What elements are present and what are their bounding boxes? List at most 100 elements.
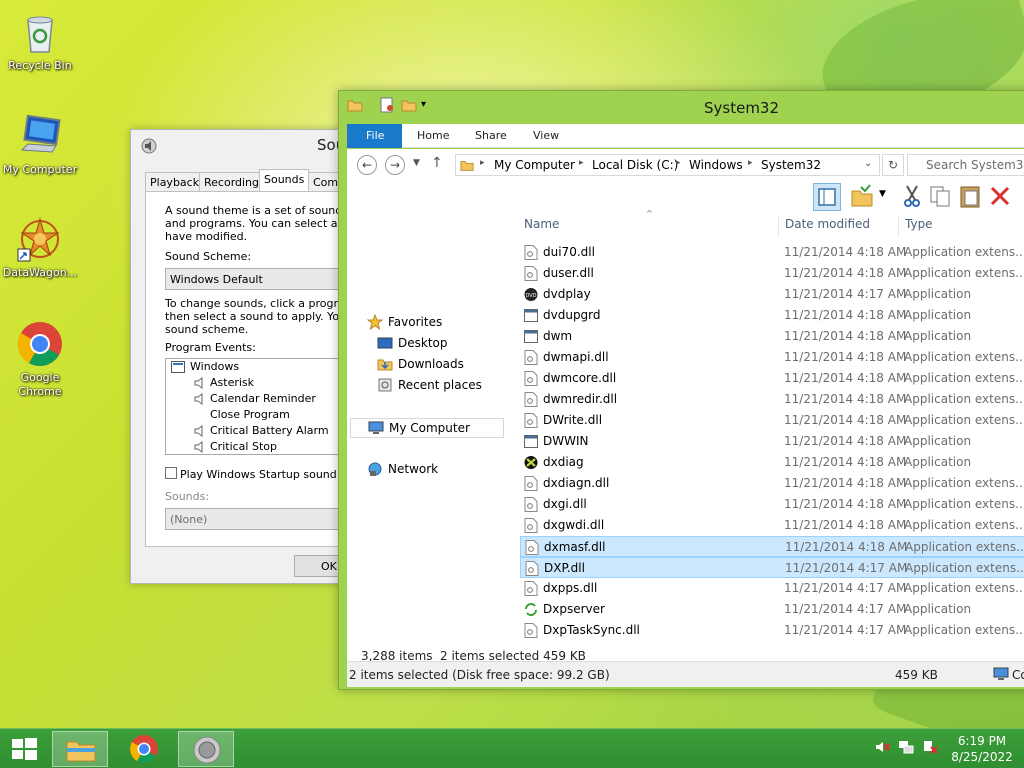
breadcrumb-local-disk[interactable]: Local Disk (C:): [592, 158, 678, 172]
tab-view[interactable]: View: [533, 129, 559, 142]
event-item-windows[interactable]: Windows: [166, 359, 354, 375]
breadcrumb-windows[interactable]: Windows: [689, 158, 743, 172]
action-center-icon[interactable]: [922, 739, 938, 757]
nav-my-computer[interactable]: My Computer: [350, 418, 504, 438]
new-folder-icon[interactable]: [401, 97, 417, 116]
file-row[interactable]: dwmcore.dll 11/21/2014 4:18 AM Application…: [520, 368, 1024, 389]
desktop-icon-datawagon[interactable]: DataWagon...: [0, 215, 80, 280]
sound-dialog-titlebar[interactable]: Sou: [131, 130, 359, 160]
file-row[interactable]: DVD dvdplay 11/21/2014 4:17 AM Application: [520, 284, 1024, 305]
intro-text-line: A sound theme is a set of sounds: [165, 204, 348, 217]
tab-home[interactable]: Home: [417, 129, 449, 142]
file-row[interactable]: dwm 11/21/2014 4:18 AM Application: [520, 326, 1024, 347]
tab-playback[interactable]: Playback: [145, 172, 205, 191]
folder-icon[interactable]: [347, 97, 363, 116]
file-row[interactable]: dxdiag 11/21/2014 4:18 AM Application: [520, 452, 1024, 473]
properties-icon[interactable]: [379, 97, 395, 116]
file-date: 11/21/2014 4:18 AM: [784, 266, 907, 280]
dll-file-icon: [524, 413, 538, 428]
file-row[interactable]: Dxpserver 11/21/2014 4:17 AM Application: [520, 599, 1024, 620]
file-row[interactable]: dxpps.dll 11/21/2014 4:17 AM Application e…: [520, 578, 1024, 599]
paste-icon[interactable]: [957, 183, 985, 211]
star-icon: [366, 313, 384, 331]
startup-sound-checkbox[interactable]: [165, 467, 177, 479]
back-button[interactable]: ←: [357, 155, 377, 175]
event-item-calendar-reminder[interactable]: Calendar Reminder: [166, 391, 354, 407]
file-row[interactable]: dwmredir.dll 11/21/2014 4:18 AM Applicatio…: [520, 389, 1024, 410]
file-row[interactable]: dxgwdi.dll 11/21/2014 4:18 AM Application …: [520, 515, 1024, 536]
file-row[interactable]: dxdiagn.dll 11/21/2014 4:18 AM Application…: [520, 473, 1024, 494]
file-row[interactable]: dwmapi.dll 11/21/2014 4:18 AM Application …: [520, 347, 1024, 368]
column-header-name[interactable]: Name ^: [524, 209, 779, 237]
tab-share[interactable]: Share: [475, 129, 507, 142]
tab-recording[interactable]: Recording: [199, 172, 265, 191]
program-events-list[interactable]: Windows Asterisk Calendar Reminder Close…: [165, 358, 355, 455]
status-selection-text: 2 items selected (Disk free space: 99.2 …: [349, 668, 610, 682]
file-row[interactable]: duser.dll 11/21/2014 4:18 AM Application e…: [520, 263, 1024, 284]
breadcrumb-separator-icon[interactable]: ▸: [480, 158, 485, 168]
sounds-select[interactable]: (None): [165, 508, 355, 530]
cut-icon[interactable]: [899, 183, 927, 211]
tab-sounds[interactable]: Sounds: [259, 169, 310, 191]
taskbar-clock[interactable]: 6:19 PM 8/25/2022: [950, 733, 1014, 765]
tab-file[interactable]: File: [347, 124, 402, 148]
address-bar[interactable]: ▸ My Computer ▸ Local Disk (C:) ▸ Window…: [455, 154, 880, 176]
delete-icon[interactable]: [987, 183, 1015, 211]
forward-button[interactable]: →: [385, 155, 405, 175]
start-button[interactable]: [0, 731, 48, 767]
up-arrow-icon[interactable]: ↑: [431, 155, 443, 171]
event-item-asterisk[interactable]: Asterisk: [166, 375, 354, 391]
file-row[interactable]: dxmasf.dll 11/21/2014 4:18 AM Application …: [520, 536, 1024, 557]
taskbar-chrome-button[interactable]: [116, 731, 172, 767]
file-row[interactable]: DWWIN 11/21/2014 4:18 AM Application: [520, 431, 1024, 452]
chevron-down-icon[interactable]: ▾: [421, 99, 426, 110]
file-date: 11/21/2014 4:17 AM: [784, 287, 907, 301]
sort-arrow-icon: ^: [646, 209, 653, 218]
column-header-type[interactable]: Type: [905, 217, 1024, 237]
search-input[interactable]: Search System32: [907, 154, 1024, 176]
event-label: Close Program: [210, 408, 290, 421]
taskbar-sound-button[interactable]: [178, 731, 234, 767]
network-tray-icon[interactable]: [898, 739, 914, 757]
breadcrumb-separator-icon[interactable]: ▸: [748, 158, 753, 168]
file-row[interactable]: DXP.dll 11/21/2014 4:17 AM Application ext…: [520, 557, 1024, 578]
column-header-date[interactable]: Date modified: [785, 217, 899, 237]
sound-scheme-label: Sound Scheme:: [165, 250, 252, 263]
refresh-button[interactable]: ↻: [882, 154, 904, 176]
file-row[interactable]: DxpTaskSync.dll 11/21/2014 4:17 AM Applica…: [520, 620, 1024, 641]
breadcrumb-separator-icon[interactable]: ▸: [676, 158, 681, 168]
sounds-label: Sounds:: [165, 490, 210, 503]
desktop-icon-google-chrome[interactable]: Google Chrome: [0, 320, 80, 399]
file-row[interactable]: DWrite.dll 11/21/2014 4:18 AM Application …: [520, 410, 1024, 431]
preview-pane-icon[interactable]: [813, 183, 841, 211]
folder-options-icon[interactable]: [849, 183, 877, 211]
desktop-icon-my-computer[interactable]: My Computer: [0, 112, 80, 177]
file-row[interactable]: dxgi.dll 11/21/2014 4:18 AM Application ex…: [520, 494, 1024, 515]
desktop-icon-recycle-bin[interactable]: Recycle Bin: [0, 8, 80, 73]
event-item-critical-battery-alarm[interactable]: Critical Battery Alarm: [166, 423, 354, 439]
event-item-critical-stop[interactable]: Critical Stop: [166, 439, 354, 454]
volume-muted-icon[interactable]: [874, 739, 890, 757]
taskbar: 6:19 PM 8/25/2022: [0, 728, 1024, 768]
app-icon: [524, 434, 538, 449]
taskbar-file-explorer-button[interactable]: [52, 731, 108, 767]
windows-node-icon: [171, 361, 185, 376]
recent-locations-chevron-icon[interactable]: ▼: [413, 158, 420, 168]
file-row[interactable]: dui70.dll 11/21/2014 4:18 AM Application e…: [520, 242, 1024, 263]
ribbon-tabs: File Home Share View: [347, 124, 1024, 148]
file-date: 11/21/2014 4:17 AM: [784, 602, 907, 616]
sound-scheme-select[interactable]: Windows Default: [165, 268, 355, 290]
event-item-close-program[interactable]: Close Program: [166, 407, 354, 423]
computer-icon: [993, 666, 1009, 685]
navigation-pane: Favorites Desktop Downloads Recent place…: [347, 215, 511, 635]
breadcrumb-system32[interactable]: System32: [761, 158, 821, 172]
breadcrumb-my-computer[interactable]: My Computer: [494, 158, 575, 172]
file-name: dxgi.dll: [543, 497, 587, 511]
address-dropdown-chevron-icon[interactable]: ⌄: [864, 158, 872, 169]
copy-icon[interactable]: [927, 183, 955, 211]
file-date: 11/21/2014 4:18 AM: [784, 476, 907, 490]
file-type: Application extens...: [905, 561, 1024, 575]
chevron-down-icon[interactable]: ▼: [879, 189, 889, 217]
file-row[interactable]: dvdupgrd 11/21/2014 4:18 AM Application: [520, 305, 1024, 326]
breadcrumb-separator-icon[interactable]: ▸: [579, 158, 584, 168]
